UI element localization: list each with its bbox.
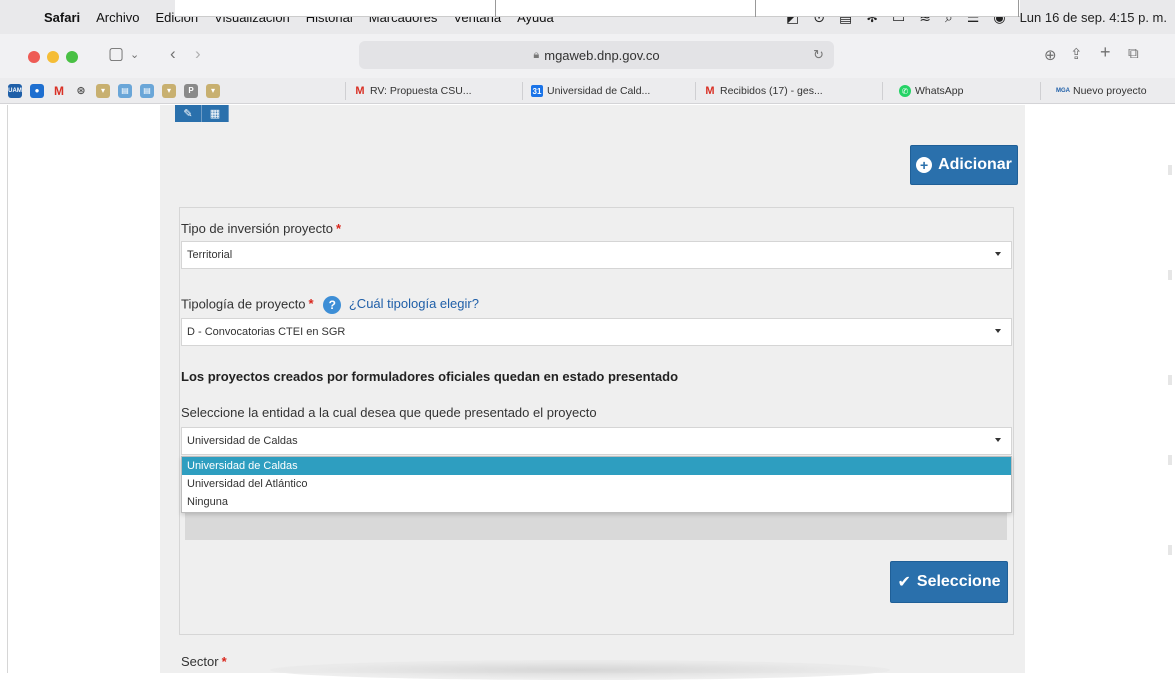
gmail-icon: M: [705, 85, 715, 97]
reload-icon[interactable]: ↻: [813, 47, 824, 63]
row-actions: ✎ ▦: [175, 105, 229, 122]
downloads-icon[interactable]: ⊕: [1044, 46, 1057, 64]
window-minimize-button[interactable]: [47, 51, 59, 63]
favorite-chatgpt-icon[interactable]: ⊛: [74, 84, 88, 98]
tipo-inversion-label: Tipo de inversión proyecto *: [181, 221, 342, 236]
menu-app-safari[interactable]: Safari: [44, 10, 80, 25]
favorite-shield2-icon[interactable]: ▾: [162, 83, 176, 98]
new-tab-icon[interactable]: +: [1100, 42, 1111, 63]
sidebar-toggle-icon[interactable]: ▢: [108, 44, 124, 64]
sector-label: Sector *: [181, 654, 227, 669]
fav-tab-propuesta[interactable]: M RV: Propuesta CSU...: [345, 82, 472, 100]
option-universidad-caldas[interactable]: Universidad de Caldas: [182, 457, 1011, 475]
fav-tab-nuevo-proyecto[interactable]: MGA Nuevo proyecto: [1040, 82, 1147, 100]
scroll-marker: [1168, 545, 1172, 555]
tipo-inversion-select[interactable]: Territorial: [181, 241, 1012, 269]
whatsapp-icon: ✆: [899, 85, 911, 97]
table-grid-icon[interactable]: ▦: [202, 105, 229, 122]
checkmark-icon: ✔: [897, 574, 911, 591]
edit-pencil-icon[interactable]: ✎: [175, 105, 202, 122]
favorite-doc-icon[interactable]: ▤: [118, 83, 132, 98]
gmail-icon: M: [355, 85, 365, 97]
scroll-marker: [1168, 455, 1172, 465]
address-url: mgaweb.dnp.gov.co: [544, 47, 660, 63]
favorite-shield-icon[interactable]: ▾: [96, 83, 110, 98]
entidad-dropdown-list: Universidad de Caldas Universidad del At…: [181, 456, 1012, 513]
favorite-uam-icon[interactable]: UAM: [8, 83, 22, 98]
scroll-marker: [1168, 270, 1172, 280]
caret-down-icon: [995, 252, 1001, 256]
fav-tab-universidad[interactable]: 31 Universidad de Cald...: [522, 82, 650, 100]
scroll-marker: [1168, 165, 1172, 175]
tipologia-select[interactable]: D - Convocatorias CTEI en SGR: [181, 318, 1012, 346]
back-arrow-icon[interactable]: ‹: [170, 44, 176, 64]
fav-tab-recibidos[interactable]: M Recibidos (17) - ges...: [695, 82, 823, 100]
tipologia-label: Tipología de proyecto * ? ¿Cuál tipología…: [181, 296, 479, 314]
lock-icon: 🔒︎: [533, 48, 540, 61]
option-universidad-atlantico[interactable]: Universidad del Atlántico: [182, 475, 1011, 493]
notice-text: Los proyectos creados por formuladores o…: [181, 369, 679, 384]
favorite-doc2-icon[interactable]: ▤: [140, 83, 154, 98]
browser-toolbar: ▢ ⌄ ‹ › 🔒︎ mgaweb.dnp.gov.co ↻ ⊕ ⇪ + ⧉: [0, 34, 1175, 78]
favorites-bar: UAM ● M ⊛ ▾ ▤ ▤ ▾ P ▾ M RV: Propuesta CS…: [0, 78, 1175, 104]
entidad-label: Seleccione la entidad a la cual desea qu…: [181, 405, 597, 420]
forward-arrow-icon[interactable]: ›: [195, 44, 201, 64]
page-left-border: [7, 105, 8, 673]
tab-overview-icon[interactable]: ⧉: [1128, 45, 1139, 62]
favorite-p-icon[interactable]: P: [184, 83, 198, 98]
caret-down-icon: [995, 438, 1001, 442]
address-bar[interactable]: 🔒︎ mgaweb.dnp.gov.co ↻: [359, 41, 834, 69]
results-table-row: [175, 0, 1020, 17]
scroll-marker: [1168, 375, 1172, 385]
fav-tab-whatsapp[interactable]: ✆ WhatsApp: [882, 82, 963, 100]
sidebar-chevron-icon[interactable]: ⌄: [130, 48, 139, 61]
mga-icon: MGA: [1056, 88, 1070, 94]
share-icon[interactable]: ⇪: [1070, 45, 1083, 63]
seleccione-button[interactable]: ✔ Seleccione: [890, 561, 1008, 603]
adicionar-button[interactable]: + Adicionar: [910, 145, 1018, 185]
entidad-select[interactable]: Universidad de Caldas: [181, 427, 1012, 455]
help-question-icon[interactable]: ?: [323, 296, 342, 314]
plus-circle-icon: +: [916, 157, 933, 173]
option-ninguna[interactable]: Ninguna: [182, 493, 1011, 511]
calendar-icon: 31: [531, 85, 543, 97]
favorite-globe-icon[interactable]: ●: [30, 83, 44, 98]
menu-archivo[interactable]: Archivo: [96, 10, 139, 25]
form-panel: [179, 207, 1014, 635]
sector-field[interactable]: [270, 660, 890, 680]
menu-clock[interactable]: Lun 16 de sep. 4:15 p. m.: [1020, 10, 1167, 25]
favorite-gmail-icon[interactable]: M: [52, 84, 66, 98]
disabled-field: [185, 513, 1007, 540]
favorite-shield3-icon[interactable]: ▾: [206, 83, 220, 98]
window-zoom-button[interactable]: [66, 51, 78, 63]
tipologia-help-link[interactable]: ¿Cuál tipología elegir?: [349, 296, 479, 311]
window-close-button[interactable]: [28, 51, 40, 63]
caret-down-icon: [995, 329, 1001, 333]
